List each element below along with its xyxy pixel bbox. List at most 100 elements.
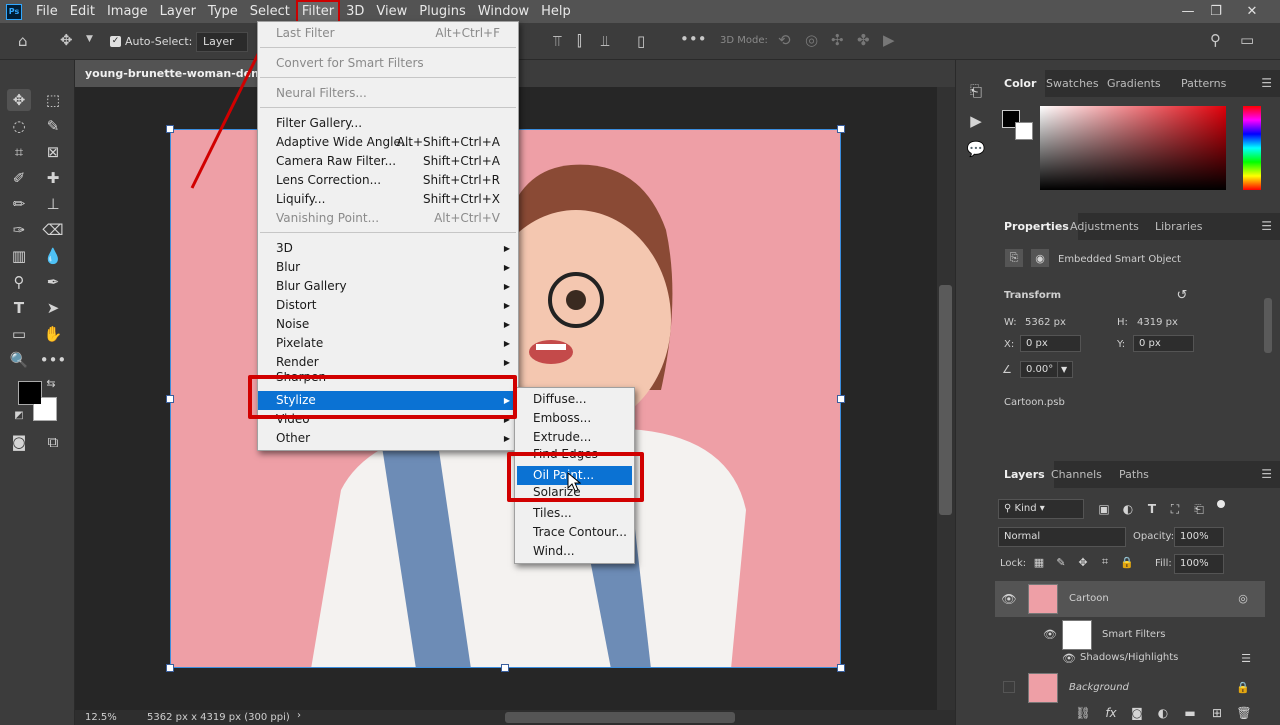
align-top-icon[interactable]: ⫪ xyxy=(553,32,561,50)
layer-filter-kind[interactable]: ⚲ Kind ▾ xyxy=(998,499,1084,519)
visibility-eye-icon[interactable]: 👁 xyxy=(998,588,1020,610)
lasso-tool-icon[interactable]: ◌ xyxy=(7,115,31,137)
menu-item-convert-smart-filters[interactable]: Convert for Smart Filters xyxy=(258,54,518,73)
3d-scale-icon[interactable]: ▶ xyxy=(883,31,895,49)
menu-item-neural-filters[interactable]: Neural Filters... xyxy=(258,84,518,103)
3d-slide-icon[interactable]: ✤ xyxy=(857,31,870,49)
transform-handle[interactable] xyxy=(837,125,845,133)
tab-swatches[interactable]: Swatches xyxy=(1037,70,1108,97)
quick-select-tool-icon[interactable]: ✎ xyxy=(41,115,65,137)
rectangle-tool-icon[interactable]: ▭ xyxy=(7,323,31,345)
menu-item-other[interactable]: Other ▶ xyxy=(258,429,518,448)
workspace-icon[interactable]: ▭ xyxy=(1240,31,1254,49)
healing-brush-icon[interactable]: ✚ xyxy=(41,167,65,189)
blur-tool-icon[interactable]: 💧 xyxy=(41,245,65,267)
align-bottom-icon[interactable]: ⫫ xyxy=(601,32,609,50)
menu-view[interactable]: View xyxy=(370,0,413,23)
menu-item-filter-gallery[interactable]: Filter Gallery... xyxy=(258,114,518,133)
x-position-field[interactable]: 0 px xyxy=(1020,335,1081,352)
color-field[interactable] xyxy=(1040,106,1226,190)
tab-channels[interactable]: Channels xyxy=(1042,461,1111,488)
panel-menu-icon[interactable]: ☰ xyxy=(1261,76,1272,90)
marquee-tool-icon[interactable]: ⬚ xyxy=(41,89,65,111)
align-vcenter-icon[interactable]: ⫿ xyxy=(577,32,582,50)
lock-transparent-icon[interactable]: ▦ xyxy=(1031,554,1047,570)
transform-handle[interactable] xyxy=(837,395,845,403)
menu-item-3d[interactable]: 3D ▶ xyxy=(258,239,518,258)
auto-select-checkbox[interactable]: ✓ xyxy=(110,36,121,47)
quick-mask-icon[interactable]: ◙ xyxy=(7,431,31,453)
transform-handle[interactable] xyxy=(501,664,509,672)
screen-mode-icon[interactable]: ⧉ xyxy=(41,431,65,453)
visibility-eye-icon[interactable]: 👁 xyxy=(1059,649,1079,667)
opacity-field[interactable]: 100% xyxy=(1174,527,1224,547)
menu-item-vanishing-point[interactable]: Vanishing Point... Alt+Ctrl+V xyxy=(258,209,518,228)
edit-toolbar-icon[interactable]: ••• xyxy=(40,349,67,371)
vertical-scroll-thumb[interactable] xyxy=(939,285,952,515)
lock-position-icon[interactable]: ✥ xyxy=(1075,554,1091,570)
panel-menu-icon[interactable]: ☰ xyxy=(1261,219,1272,233)
filter-shape-icon[interactable]: ⛶ xyxy=(1163,498,1187,520)
smart-filter-indicator-icon[interactable]: ◎ xyxy=(1233,588,1253,608)
submenu-item-tiles[interactable]: Tiles... xyxy=(515,504,634,523)
menu-item-render[interactable]: Render ▶ xyxy=(258,353,518,372)
chevron-down-icon[interactable]: ▼ xyxy=(86,34,93,44)
dodge-tool-icon[interactable]: ⚲ xyxy=(7,271,31,293)
menu-help[interactable]: Help xyxy=(535,0,577,23)
lock-all-icon[interactable]: 🔒 xyxy=(1119,554,1135,570)
layer-row-shadows-highlights[interactable]: 👁 Shadows/Highlights ☰ xyxy=(995,646,1265,670)
filter-pixel-icon[interactable]: ▣ xyxy=(1092,498,1116,520)
swap-colors-icon[interactable]: ⇆ xyxy=(44,376,58,390)
transform-handle[interactable] xyxy=(166,664,174,672)
actions-play-icon[interactable]: ▶ xyxy=(964,110,988,132)
filter-type-icon[interactable]: T xyxy=(1140,498,1164,520)
panel-menu-icon[interactable]: ☰ xyxy=(1261,467,1272,481)
type-tool-icon[interactable]: T xyxy=(7,297,31,319)
new-layer-icon[interactable]: ⊞ xyxy=(1207,703,1227,723)
visibility-eye-icon[interactable]: 👁 xyxy=(1040,624,1060,644)
filter-blending-options-icon[interactable]: ☰ xyxy=(1236,649,1256,667)
angle-field[interactable]: 0.00° xyxy=(1020,361,1058,378)
filter-adjustment-icon[interactable]: ◐ xyxy=(1116,498,1140,520)
comments-icon[interactable]: 💬 xyxy=(964,138,988,160)
submenu-item-emboss[interactable]: Emboss... xyxy=(515,409,634,428)
layer-name[interactable]: Background xyxy=(1069,682,1129,693)
eyedropper-tool-icon[interactable]: ✐ xyxy=(7,167,31,189)
menu-image[interactable]: Image xyxy=(101,0,154,23)
restore-icon[interactable]: ❐ xyxy=(1200,0,1232,23)
horizontal-scroll-thumb[interactable] xyxy=(505,712,735,723)
menu-item-noise[interactable]: Noise ▶ xyxy=(258,315,518,334)
tab-libraries[interactable]: Libraries xyxy=(1146,213,1212,240)
delete-layer-icon[interactable]: 🗑 xyxy=(1234,703,1254,723)
visibility-toggle-off[interactable] xyxy=(1003,681,1015,693)
link-layers-icon[interactable]: ⛓ xyxy=(1073,703,1093,723)
default-colors-icon[interactable]: ◩ xyxy=(12,408,26,422)
layer-style-fx-icon[interactable]: fx xyxy=(1101,703,1121,723)
distribute-icon[interactable]: ▯ xyxy=(637,32,645,50)
menu-filter[interactable]: Filter xyxy=(295,0,341,23)
layer-name[interactable]: Cartoon xyxy=(1069,593,1109,604)
adjustment-layer-icon[interactable]: ◐ xyxy=(1153,703,1173,723)
home-icon[interactable]: ⌂ xyxy=(18,32,28,50)
history-panel-icon[interactable]: ⎗ xyxy=(964,80,988,102)
tab-patterns[interactable]: Patterns xyxy=(1172,70,1235,97)
fill-field[interactable]: 100% xyxy=(1174,554,1224,574)
gradient-tool-icon[interactable]: ▥ xyxy=(7,245,31,267)
crop-tool-icon[interactable]: ⌗ xyxy=(7,141,31,163)
menu-item-liquify[interactable]: Liquify... Shift+Ctrl+X xyxy=(258,190,518,209)
menu-plugins[interactable]: Plugins xyxy=(413,0,472,23)
menu-item-distort[interactable]: Distort ▶ xyxy=(258,296,518,315)
3d-orbit-icon[interactable]: ⟲ xyxy=(778,31,791,49)
menu-edit[interactable]: Edit xyxy=(64,0,101,23)
filter-smart-object-icon[interactable]: ⎗ xyxy=(1187,498,1211,520)
properties-scrollbar[interactable] xyxy=(1264,298,1272,353)
history-brush-icon[interactable]: ✑ xyxy=(7,219,31,241)
move-tool-icon[interactable]: ✥ xyxy=(7,89,31,111)
filter-toggle-icon[interactable] xyxy=(1217,500,1225,508)
lock-pixels-icon[interactable]: ✎ xyxy=(1053,554,1069,570)
3d-pan-icon[interactable]: ✣ xyxy=(831,31,844,49)
clone-stamp-icon[interactable]: ⊥ xyxy=(41,193,65,215)
blend-mode-dropdown[interactable]: Normal xyxy=(998,527,1126,547)
angle-dropdown-icon[interactable]: ▼ xyxy=(1057,361,1073,378)
menu-item-lens-correction[interactable]: Lens Correction... Shift+Ctrl+R xyxy=(258,171,518,190)
